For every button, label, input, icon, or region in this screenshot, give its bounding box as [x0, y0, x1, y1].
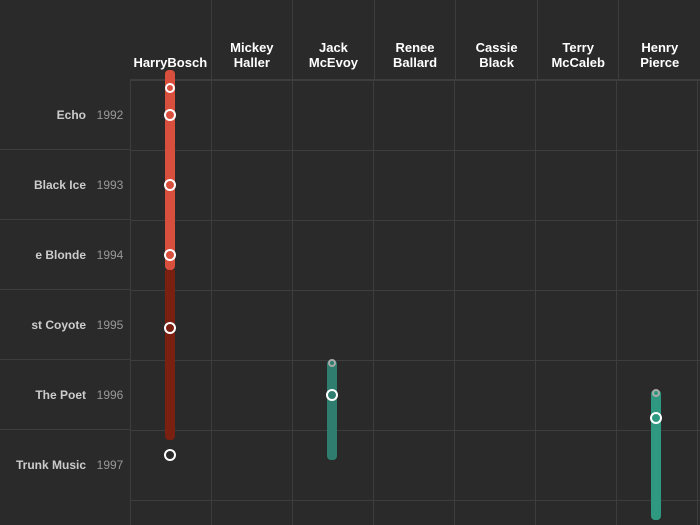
- col-label-jack: JackMcEvoy: [309, 40, 358, 71]
- row-label-4: The Poet 1996: [0, 360, 130, 430]
- year-4: 1996: [90, 388, 130, 402]
- grid-h-6: [130, 500, 700, 501]
- harry-bosch-dot-1997: [164, 449, 176, 461]
- jack-mcevoy-dot-1996: [326, 389, 338, 401]
- row-label-5: Trunk Music 1997: [0, 430, 130, 500]
- harry-bosch-dot-1993: [164, 179, 176, 191]
- col-header-harry-bosch: Harry Bosch: [130, 0, 212, 80]
- data-area: [130, 80, 700, 525]
- col-header-henry-pierce: HenryPierce: [619, 0, 700, 80]
- year-0: 1992: [90, 108, 130, 122]
- grid-h-0: [130, 80, 700, 81]
- col-header-jack-mcevoy: JackMcEvoy: [293, 0, 375, 80]
- col-header-terry-mccaleb: TerryMcCaleb: [538, 0, 620, 80]
- year-5: 1997: [90, 458, 130, 472]
- henry-pierce-dot-1996: [650, 412, 662, 424]
- harry-bosch-dot-1994: [164, 249, 176, 261]
- col-label-mickey: MickeyHaller: [230, 40, 273, 71]
- col-label-cassie: CassieBlack: [476, 40, 518, 71]
- jack-mcevoy-bar: [327, 360, 337, 460]
- harry-bosch-dot-1992: [164, 109, 176, 121]
- row-label-1: Black Ice 1993: [0, 150, 130, 220]
- grid-h-1: [130, 150, 700, 151]
- row-labels: Echo 1992 Black Ice 1993 e Blonde 1994 s…: [0, 80, 130, 525]
- grid-h-5: [130, 430, 700, 431]
- harry-bosch-dot-1992-filled: [165, 83, 175, 93]
- book-title-2: e Blonde: [0, 248, 90, 262]
- column-headers: Harry Bosch MickeyHaller JackMcEvoy Rene…: [130, 0, 700, 80]
- book-title-1: Black Ice: [0, 178, 90, 192]
- col-header-cassie-black: CassieBlack: [456, 0, 538, 80]
- grid-v-1: [211, 80, 212, 525]
- chart-container: Harry Bosch MickeyHaller JackMcEvoy Rene…: [0, 0, 700, 525]
- grid-v-4: [454, 80, 455, 525]
- harry-bosch-bar-top: [165, 70, 175, 270]
- col-label-harry-line2: Bosch: [167, 55, 207, 71]
- col-header-renee-ballard: ReneeBallard: [375, 0, 457, 80]
- harry-bosch-bar-bottom: [165, 270, 175, 440]
- col-label-harry-line1: Harry: [133, 55, 167, 71]
- grid-h-4: [130, 360, 700, 361]
- jack-mcevoy-dot-top: [328, 359, 336, 367]
- col-label-henry: HenryPierce: [640, 40, 679, 71]
- henry-pierce-bar: [651, 390, 661, 520]
- col-header-mickey-haller: MickeyHaller: [212, 0, 294, 80]
- year-1: 1993: [90, 178, 130, 192]
- col-label-terry: TerryMcCaleb: [551, 40, 604, 71]
- grid-v-2: [292, 80, 293, 525]
- book-title-0: Echo: [0, 108, 90, 122]
- book-title-5: Trunk Music: [0, 458, 90, 472]
- book-title-4: The Poet: [0, 388, 90, 402]
- grid-v-7: [697, 80, 698, 525]
- grid-v-3: [373, 80, 374, 525]
- grid-h-2: [130, 220, 700, 221]
- grid-h-3: [130, 290, 700, 291]
- book-title-3: st Coyote: [0, 318, 90, 332]
- grid-v-0: [130, 80, 131, 525]
- year-3: 1995: [90, 318, 130, 332]
- row-label-3: st Coyote 1995: [0, 290, 130, 360]
- row-label-0: Echo 1992: [0, 80, 130, 150]
- col-label-renee: ReneeBallard: [393, 40, 437, 71]
- row-label-2: e Blonde 1994: [0, 220, 130, 290]
- henry-pierce-dot-top: [652, 389, 660, 397]
- harry-bosch-dot-1995: [164, 322, 176, 334]
- grid-v-5: [535, 80, 536, 525]
- year-2: 1994: [90, 248, 130, 262]
- grid-v-6: [616, 80, 617, 525]
